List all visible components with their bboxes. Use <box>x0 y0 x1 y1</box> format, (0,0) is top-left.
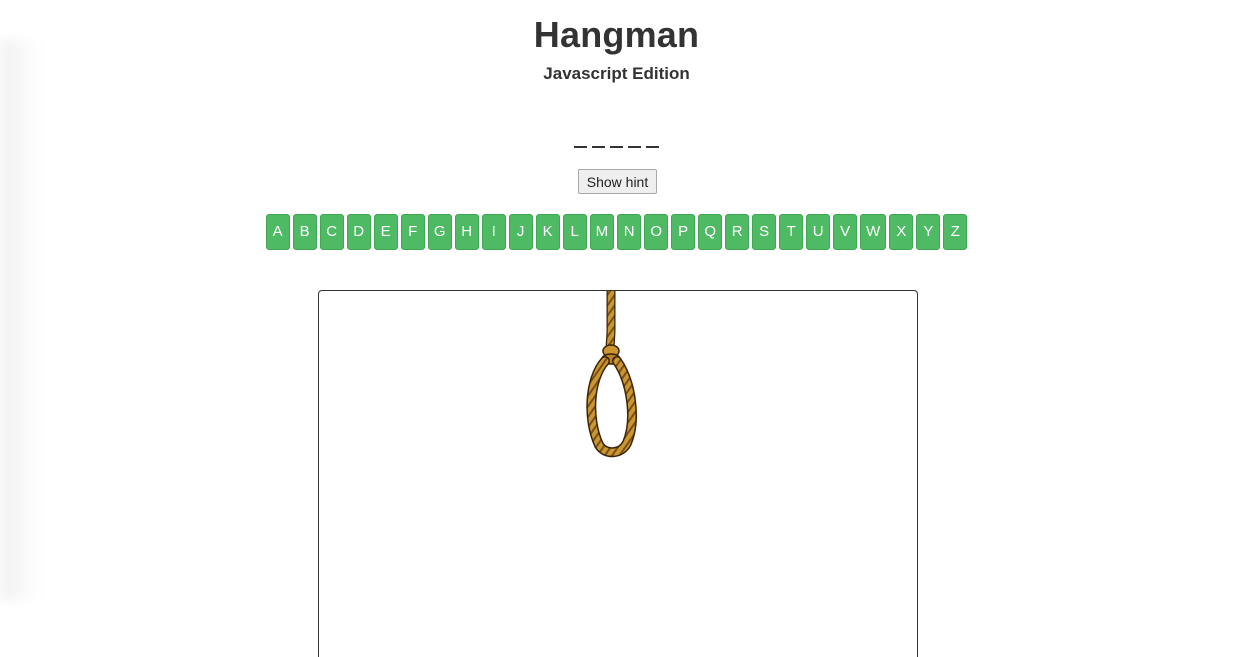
letter-button-g[interactable]: G <box>427 214 452 250</box>
letter-button-c[interactable]: C <box>319 214 344 250</box>
letter-button-d[interactable]: D <box>346 214 371 250</box>
noose-rope-image <box>586 291 637 458</box>
letter-button-z[interactable]: Z <box>943 214 968 250</box>
letter-buttons: ABCDEFGHIJKLMNOPQRSTUVWXYZ <box>0 214 1233 250</box>
letter-button-h[interactable]: H <box>454 214 479 250</box>
letter-button-v[interactable]: V <box>833 214 858 250</box>
letter-button-o[interactable]: O <box>644 214 669 250</box>
letter-button-w[interactable]: W <box>860 214 887 250</box>
letter-button-j[interactable]: J <box>508 214 533 250</box>
letter-button-x[interactable]: X <box>889 214 914 250</box>
letter-button-i[interactable]: I <box>481 214 506 250</box>
letter-blank <box>646 128 659 148</box>
letter-button-r[interactable]: R <box>725 214 750 250</box>
page-title: Hangman <box>533 14 700 55</box>
hangman-stage <box>318 290 918 657</box>
letter-button-y[interactable]: Y <box>916 214 941 250</box>
letter-button-k[interactable]: K <box>535 214 560 250</box>
letter-button-f[interactable]: F <box>400 214 425 250</box>
left-edge-shadow <box>0 40 40 600</box>
letter-button-p[interactable]: P <box>671 214 696 250</box>
letter-blank <box>592 128 605 148</box>
hangman-page: Hangman Javascript Edition Show hint ABC… <box>0 0 1233 657</box>
letter-blank <box>610 128 623 148</box>
letter-button-t[interactable]: T <box>779 214 804 250</box>
letter-button-a[interactable]: A <box>265 214 290 250</box>
letter-button-e[interactable]: E <box>373 214 398 250</box>
letter-button-u[interactable]: U <box>806 214 831 250</box>
letter-button-n[interactable]: N <box>617 214 642 250</box>
letter-button-s[interactable]: S <box>752 214 777 250</box>
letter-button-l[interactable]: L <box>562 214 587 250</box>
letter-blank <box>628 128 641 148</box>
word-blanks <box>0 128 1233 148</box>
page-subtitle: Javascript Edition <box>543 64 690 83</box>
letter-button-m[interactable]: M <box>589 214 615 250</box>
letter-button-q[interactable]: Q <box>698 214 723 250</box>
show-hint-button[interactable]: Show hint <box>578 169 657 194</box>
letter-blank <box>574 128 587 148</box>
letter-button-b[interactable]: B <box>292 214 317 250</box>
